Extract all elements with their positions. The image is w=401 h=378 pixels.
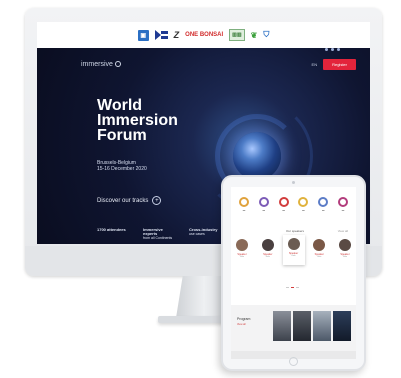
pager-dot[interactable] — [296, 287, 299, 288]
pager-dot[interactable] — [291, 287, 294, 288]
speaker-card[interactable]: Speaker Role — [310, 239, 328, 258]
discover-label: Discover our tracks — [97, 197, 149, 204]
event-location: Brussels-Belgium 15-16 December 2020 — [97, 160, 147, 172]
track-item[interactable]: ▬ — [314, 197, 332, 212]
facebook-icon[interactable] — [331, 48, 334, 51]
stat-item: 1700 attendees — [97, 228, 129, 240]
track-item[interactable]: ▬ — [294, 197, 312, 212]
speaker-card[interactable]: Speaker Role — [336, 239, 354, 258]
track-circle-icon — [258, 197, 269, 207]
title-line: Immersion — [97, 112, 178, 129]
event-dates: 15-16 December 2020 — [97, 166, 147, 172]
stat-item: Immersive experts from all Continents — [143, 227, 175, 241]
register-button[interactable]: Register — [323, 58, 356, 70]
pager-dot[interactable] — [286, 287, 289, 288]
tablet-frame: ▬ ▬ ▬ ▬ ▬ ▬ Our speakers View all Speake… — [221, 175, 366, 371]
gallery-thumbnails — [273, 311, 351, 341]
blue-square-logo: ▣ — [137, 29, 149, 41]
title-line: Forum — [97, 127, 147, 144]
track-icons-row: ▬ ▬ ▬ ▬ ▬ ▬ — [235, 197, 352, 212]
track-item[interactable]: ▬ — [334, 197, 352, 212]
gallery-thumbnail[interactable] — [333, 311, 351, 341]
speaker-card-featured[interactable]: Speaker Role — [282, 235, 305, 265]
social-links — [325, 48, 340, 51]
earth-globe-image — [233, 132, 281, 180]
track-circle-icon — [337, 197, 348, 207]
green-logo: ▥▥ — [229, 29, 245, 41]
track-label: ▬ — [282, 209, 285, 212]
stat-text: from all Continents — [143, 236, 173, 240]
speaker-role: Role — [317, 256, 322, 258]
stat-value: 1700 attendees — [97, 227, 126, 232]
track-circle-icon — [239, 197, 249, 207]
device-mockup-stage: ▣ Z ONE BONSAI ▥▥ ❦ ⛉ immersive EN Regis… — [0, 0, 401, 378]
discover-tracks-link[interactable]: Discover our tracks + — [97, 196, 162, 205]
stat-item: Cross-industry use cases — [189, 228, 221, 240]
site-navbar: immersive EN Register — [81, 48, 356, 74]
track-item[interactable]: ▬ — [275, 197, 293, 212]
speaker-card[interactable]: Speaker Role — [259, 239, 277, 258]
camera-icon — [292, 181, 295, 184]
track-item[interactable]: ▬ — [235, 197, 253, 212]
plus-icon: + — [152, 196, 162, 205]
speaker-role: Role — [265, 256, 270, 258]
gallery-thumbnail[interactable] — [293, 311, 311, 341]
stat-value: Immersive experts — [143, 227, 163, 236]
featured-card: Speaker Role — [282, 235, 305, 265]
home-button-icon[interactable] — [289, 357, 298, 366]
avatar — [339, 239, 351, 251]
speaker-role: Role — [239, 256, 245, 258]
track-label: ▬ — [321, 209, 325, 212]
track-circle-icon — [278, 197, 289, 207]
title-line: World — [97, 97, 143, 114]
avatar — [287, 238, 300, 250]
brand-text: immersive — [81, 60, 113, 68]
track-label: ▬ — [242, 209, 246, 212]
language-selector[interactable]: EN — [312, 62, 318, 67]
gallery-thumbnail[interactable] — [273, 311, 291, 341]
track-circle-icon — [298, 197, 309, 207]
avatar — [236, 239, 248, 251]
gallery-more-link[interactable]: View all — [237, 323, 246, 326]
one-bonsai-logo: ONE BONSAI — [185, 32, 224, 38]
track-item[interactable]: ▬ — [255, 197, 273, 212]
hero-title: World Immersion Forum — [97, 97, 178, 144]
track-circle-icon — [318, 197, 329, 207]
track-label: ▬ — [341, 209, 345, 212]
view-all-speakers-link[interactable]: View all — [338, 229, 348, 233]
tablet-screen: ▬ ▬ ▬ ▬ ▬ ▬ Our speakers View all Speake… — [231, 187, 356, 359]
linkedin-icon[interactable] — [337, 48, 340, 51]
logo-circle-icon — [114, 61, 121, 67]
track-label: ▬ — [302, 209, 305, 212]
speaker-role: Role — [342, 256, 348, 258]
avatar — [261, 239, 274, 251]
gallery-title: Program — [237, 317, 251, 321]
gallery-thumbnail[interactable] — [313, 311, 331, 341]
leaf-logo: ❦ — [250, 30, 258, 40]
speakers-carousel: Speaker Role Speaker Role Speaker Role Spea… — [231, 235, 356, 265]
site-logo[interactable]: immersive — [81, 61, 121, 68]
track-label: ▬ — [262, 209, 266, 212]
avatar — [313, 239, 326, 251]
shield-logo: ⛉ — [263, 30, 270, 39]
partner-logos-bar: ▣ Z ONE BONSAI ▥▥ ❦ ⛉ — [37, 22, 370, 48]
speakers-heading: Our speakers — [286, 229, 305, 233]
flag-logo — [154, 29, 168, 41]
speaker-role: Role — [291, 255, 296, 257]
carousel-pager[interactable] — [286, 287, 299, 288]
nav-actions: EN Register — [312, 48, 356, 70]
twitter-icon[interactable] — [325, 48, 328, 51]
speaker-card[interactable]: Speaker Role — [233, 239, 251, 258]
stat-text: use cases — [189, 232, 205, 236]
program-gallery: Program View all — [231, 305, 356, 351]
z-logo: Z — [173, 30, 180, 40]
